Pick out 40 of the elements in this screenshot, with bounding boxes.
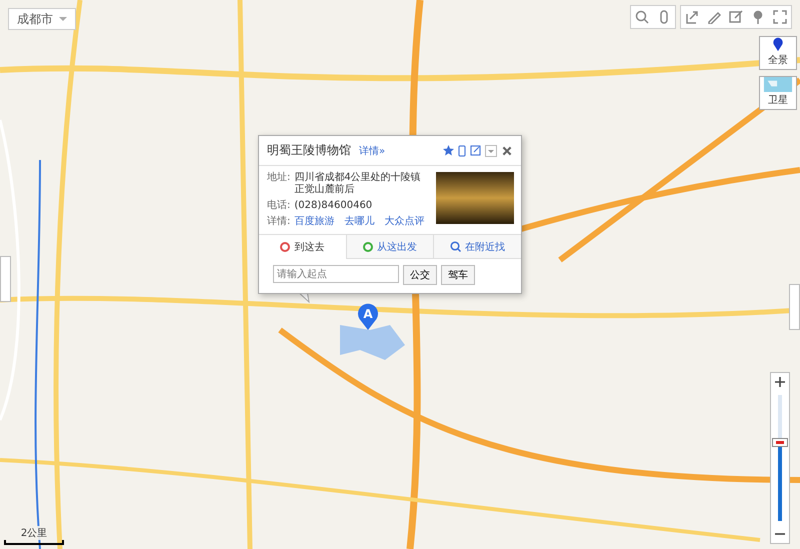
review-site-link[interactable]: 去哪儿: [344, 216, 374, 228]
fullscreen-icon: [773, 10, 787, 24]
map-marker[interactable]: A: [357, 303, 379, 331]
scale-label: 2公里: [18, 526, 50, 540]
ring-icon: [363, 242, 373, 252]
pin-icon: [751, 10, 765, 24]
route-mode-button[interactable]: 驾车: [441, 265, 475, 285]
pencil-icon: [707, 10, 721, 24]
share-icon: [685, 10, 699, 24]
search-icon: [635, 10, 649, 24]
map-type-button[interactable]: 全景: [759, 36, 797, 70]
dropdown-icon[interactable]: [485, 144, 497, 156]
field-label: 详情:: [267, 216, 290, 228]
city-dropdown[interactable]: 成都市: [8, 8, 76, 30]
location-pin-icon: [772, 37, 784, 52]
plus-icon: [775, 377, 785, 387]
satellite-map-icon: [763, 77, 793, 92]
edit-icon[interactable]: [470, 145, 481, 156]
field-value: 四川省成都4公里处的十陵镇正觉山麓前后: [294, 172, 422, 196]
phone-icon[interactable]: [458, 144, 466, 156]
review-site-link[interactable]: 百度旅游: [294, 216, 334, 228]
panel-toggle[interactable]: [0, 256, 11, 302]
field-label: 地址:: [267, 172, 290, 185]
star-icon[interactable]: [443, 145, 454, 156]
route-tab[interactable]: 在附近找: [433, 235, 522, 259]
review-site-link[interactable]: 大众点评: [384, 216, 424, 228]
details-link[interactable]: 详情»: [359, 144, 386, 158]
route-tab[interactable]: 从这出发: [346, 235, 434, 259]
field-label: 电话:: [267, 200, 290, 212]
place-title: 明蜀王陵博物馆: [267, 142, 351, 159]
route-mode-button[interactable]: 公交: [403, 265, 437, 285]
zoom-slider-thumb[interactable]: [772, 438, 788, 447]
edit-icon: [729, 10, 743, 24]
field-value: (028)84600460: [294, 200, 372, 212]
search-icon: [450, 241, 462, 252]
panel-toggle[interactable]: [789, 284, 800, 330]
close-icon[interactable]: [501, 144, 513, 156]
ring-icon: [280, 242, 290, 252]
scale-bar: [4, 540, 64, 545]
map-type-button[interactable]: 卫星: [759, 76, 797, 110]
